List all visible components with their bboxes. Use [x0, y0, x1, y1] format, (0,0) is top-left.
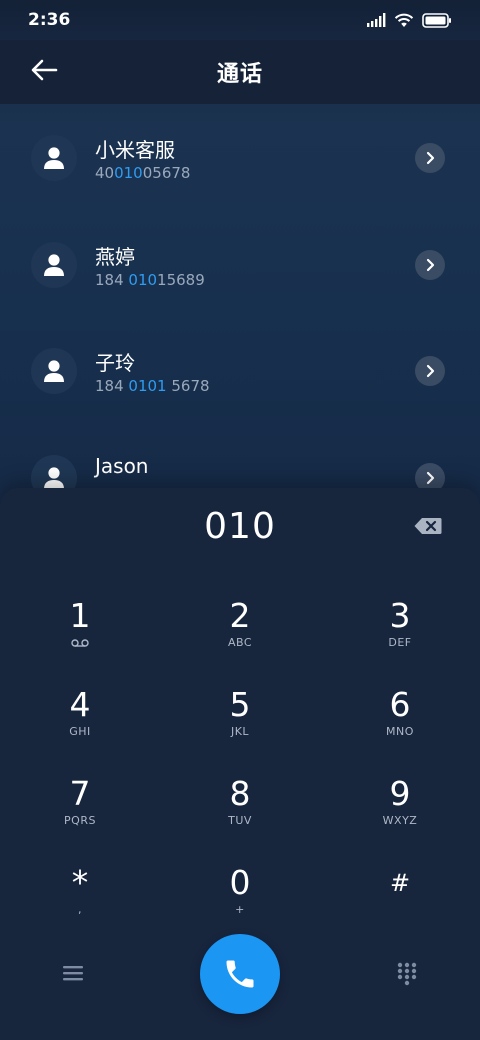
key-letters: WXYZ	[382, 814, 418, 827]
contact-detail-button[interactable]	[415, 356, 445, 386]
dialed-number[interactable]: 010	[0, 506, 480, 547]
contact-list: 小米客服 4001005678 燕婷 184 01015689 子玲 184 0…	[0, 104, 480, 490]
chevron-right-icon	[426, 471, 435, 485]
key-digit: 2	[229, 596, 251, 635]
key-4[interactable]: 4 GHI	[20, 685, 140, 765]
contact-name: Jason	[95, 454, 149, 478]
chevron-right-icon	[426, 364, 435, 378]
key-digit: 4	[69, 685, 91, 724]
key-letters: +	[235, 903, 245, 916]
avatar	[31, 455, 77, 490]
page-title: 通话	[216, 62, 263, 87]
contact-name: 子玲	[95, 351, 135, 375]
key-digit: 9	[389, 774, 411, 813]
key-0[interactable]: 0 +	[180, 863, 300, 943]
dialer-actions	[0, 934, 480, 1024]
key-1[interactable]: 1	[20, 596, 140, 676]
key-letters: JKL	[230, 725, 250, 738]
signal-icon	[367, 13, 386, 27]
status-icons	[366, 12, 452, 28]
contact-item[interactable]: 子玲 184 0101 5678	[0, 317, 480, 417]
keypad-toggle-button[interactable]	[396, 962, 418, 986]
key-6[interactable]: 6 MNO	[340, 685, 460, 765]
menu-button[interactable]	[62, 964, 84, 982]
key-digit: 0	[229, 863, 251, 902]
key-digit: 7	[69, 774, 91, 813]
key-digit: *	[71, 863, 89, 902]
contact-name: 小米客服	[95, 138, 175, 162]
key-8[interactable]: 8 TUV	[180, 774, 300, 854]
voicemail-icon	[71, 639, 89, 647]
key-letters: MNO	[386, 725, 414, 738]
key-digit: 1	[69, 596, 91, 635]
person-icon	[44, 254, 64, 276]
key-3[interactable]: 3 DEF	[340, 596, 460, 676]
chevron-right-icon	[426, 258, 435, 272]
avatar	[31, 242, 77, 288]
contact-name: 燕婷	[95, 245, 135, 269]
contact-detail-button[interactable]	[415, 463, 445, 490]
header: 通话	[0, 40, 480, 104]
contact-detail-button[interactable]	[415, 143, 445, 173]
contact-number: 184 01015689	[95, 271, 205, 289]
key-2[interactable]: 2 ABC	[180, 596, 300, 676]
menu-icon	[63, 966, 83, 981]
key-5[interactable]: 5 JKL	[180, 685, 300, 765]
status-time: 2:36	[28, 10, 71, 30]
contact-item[interactable]: 小米客服 4001005678	[0, 104, 480, 204]
battery-icon	[422, 12, 451, 28]
key-7[interactable]: 7 PQRS	[20, 774, 140, 854]
key-letters: GHI	[69, 725, 91, 738]
key-9[interactable]: 9 WXYZ	[340, 774, 460, 854]
status-bar: 2:36	[0, 0, 480, 40]
contact-number: 4001005678	[95, 164, 191, 182]
key-letters: DEF	[388, 636, 412, 649]
wifi-icon	[394, 13, 414, 27]
person-icon	[44, 360, 64, 382]
contact-item[interactable]: 燕婷 184 01015689	[0, 211, 480, 311]
key-letters: TUV	[228, 814, 252, 827]
contact-detail-button[interactable]	[415, 250, 445, 280]
key-letters: ABC	[227, 636, 253, 649]
key-digit: #	[389, 869, 411, 897]
key-hash[interactable]: #	[340, 863, 460, 943]
phone-icon	[226, 960, 254, 988]
person-icon	[44, 147, 64, 169]
key-letters: ,	[78, 903, 82, 916]
key-digit: 5	[229, 685, 251, 724]
backspace-button[interactable]	[414, 517, 442, 535]
person-icon	[44, 467, 64, 489]
key-star[interactable]: * ,	[20, 863, 140, 943]
key-letters: PQRS	[64, 814, 96, 827]
avatar	[31, 348, 77, 394]
key-digit: 6	[389, 685, 411, 724]
chevron-right-icon	[426, 151, 435, 165]
dialer-panel: 010 1 2 ABC 3 DEF 4 GHI 5 JKL 6 MNO 7 PQ…	[0, 488, 480, 1040]
key-digit: 8	[229, 774, 251, 813]
contact-number: 184 0101 5678	[95, 377, 210, 395]
backspace-icon	[414, 518, 442, 534]
key-digit: 3	[389, 596, 411, 635]
keypad-icon	[397, 962, 417, 986]
avatar	[31, 135, 77, 181]
contact-item[interactable]: Jason	[0, 424, 480, 490]
call-button[interactable]	[200, 934, 280, 1014]
